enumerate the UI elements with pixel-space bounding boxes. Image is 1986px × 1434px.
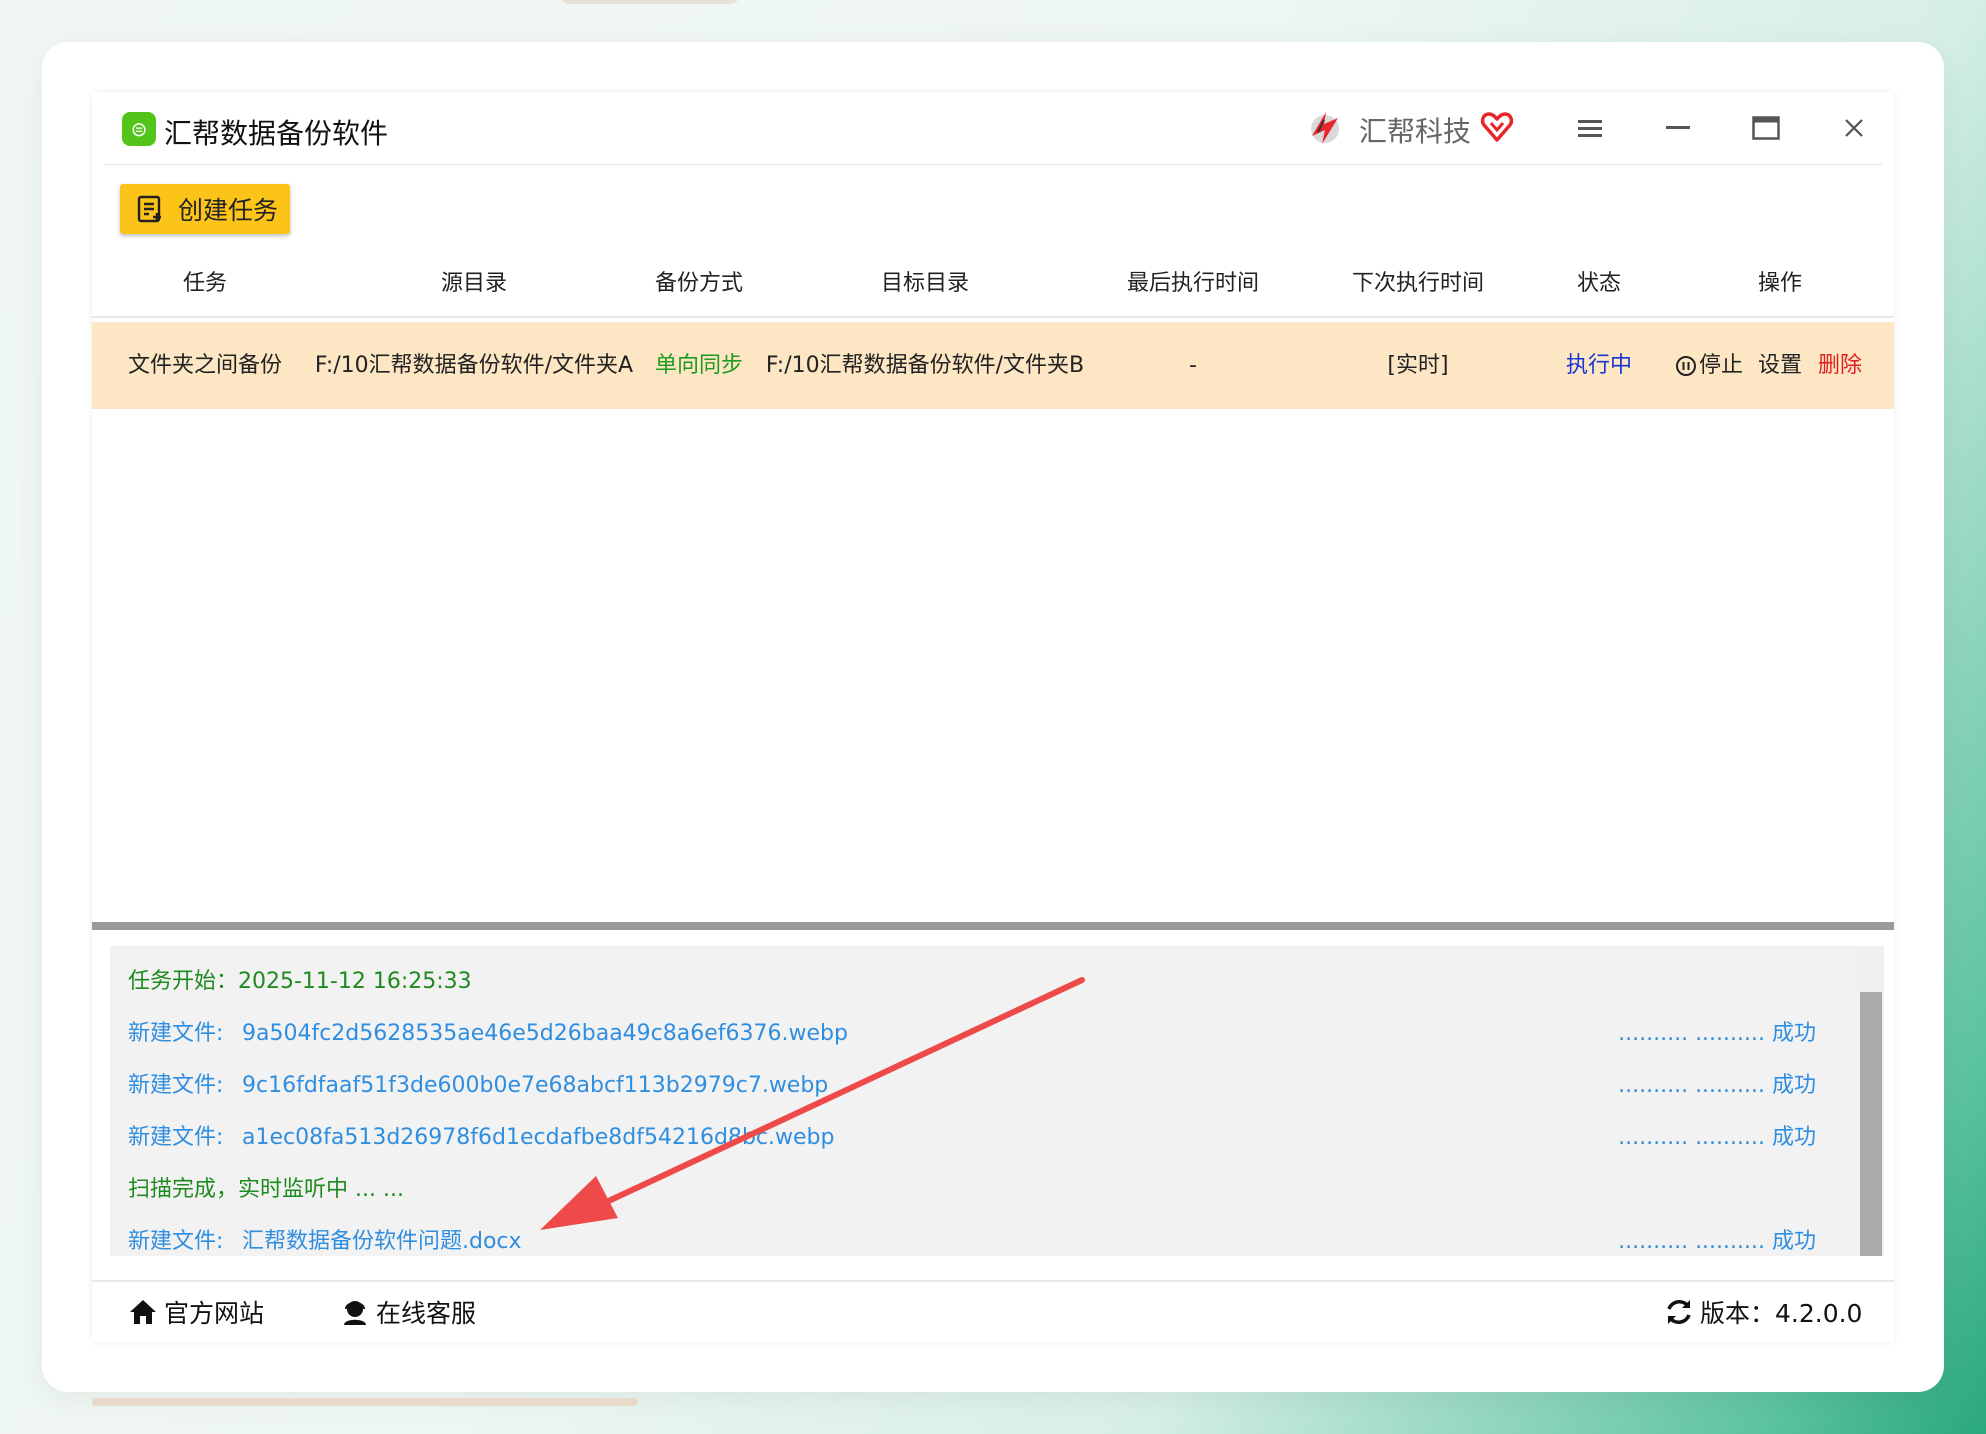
panel-splitter[interactable] <box>92 922 1894 930</box>
log-status: .......... .......... 成功 <box>1618 1125 1816 1150</box>
header-mode: 备份方式 <box>654 271 744 296</box>
delete-button[interactable]: 删除 <box>1818 322 1862 409</box>
create-task-label: 创建任务 <box>178 196 279 225</box>
maximize-icon[interactable] <box>1744 106 1788 150</box>
log-line-scan-complete: 扫描完成，实时监听中 ... ... <box>128 1177 404 1202</box>
cell-last-run: - <box>1189 353 1197 378</box>
cell-task: 文件夹之间备份 <box>127 353 283 378</box>
log-panel: 任务开始：2025-11-12 16:25:33 新建文件: 9a504fc2d… <box>110 946 1858 1256</box>
header-target: 目标目录 <box>880 271 970 296</box>
online-support-link[interactable]: 在线客服 <box>340 1294 476 1330</box>
close-icon[interactable] <box>1832 106 1876 150</box>
log-label: 新建文件: <box>128 1125 224 1150</box>
log-label: 新建文件: <box>128 1073 224 1098</box>
pause-circle-icon <box>1675 355 1696 376</box>
log-status: .......... .......... 成功 <box>1618 1021 1816 1046</box>
official-website-label: 官方网站 <box>164 1299 265 1328</box>
log-status: .......... .......... 成功 <box>1618 1229 1816 1254</box>
version-label: 版本：4.2.0.0 <box>1700 1299 1863 1328</box>
official-website-link[interactable]: 官方网站 <box>128 1294 264 1330</box>
cell-mode: 单向同步 <box>654 353 744 378</box>
log-label: 新建文件: <box>128 1021 224 1046</box>
cell-source: F:/10汇帮数据备份软件/文件夹A <box>314 353 634 378</box>
log-label: 新建文件: <box>128 1229 224 1254</box>
backdrop-bar <box>92 1398 638 1406</box>
log-file-name: 汇帮数据备份软件问题.docx <box>242 1229 522 1254</box>
stop-button[interactable]: 停止 <box>1675 322 1743 409</box>
online-support-label: 在线客服 <box>376 1299 477 1328</box>
cell-next-run: [实时] <box>1387 353 1449 378</box>
cell-status: 执行中 <box>1565 353 1633 378</box>
background-tab <box>560 0 740 4</box>
home-icon <box>130 1300 156 1324</box>
log-file-name: 9a504fc2d5628535ae46e5d26baa49c8a6ef6376… <box>242 1021 848 1046</box>
refresh-icon <box>1667 1300 1691 1324</box>
customer-service-icon <box>344 1301 366 1325</box>
task-list-icon <box>137 195 161 223</box>
cell-target: F:/10汇帮数据备份软件/文件夹B <box>765 353 1085 378</box>
header-status: 状态 <box>1576 271 1622 296</box>
settings-button[interactable]: 设置 <box>1758 322 1802 409</box>
menu-icon[interactable] <box>1568 106 1612 150</box>
minimize-icon[interactable] <box>1656 106 1700 150</box>
header-actions: 操作 <box>1757 271 1803 296</box>
log-line-start: 任务开始：2025-11-12 16:25:33 <box>128 969 472 994</box>
create-task-button[interactable]: 创建任务 <box>120 184 290 234</box>
log-status: .......... .......... 成功 <box>1618 1073 1816 1098</box>
log-file-name: 9c16fdfaaf51f3de600b0e7e68abcf113b2979c7… <box>242 1073 829 1098</box>
log-line: 新建文件: 9c16fdfaaf51f3de600b0e7e68abcf113b… <box>128 1070 828 1102</box>
stop-label: 停止 <box>1698 353 1744 378</box>
title-bar: ⊜ 汇帮数据备份软件 汇帮科技 <box>104 92 1882 165</box>
log-line: 新建文件: 9a504fc2d5628535ae46e5d26baa49c8a6… <box>128 1018 848 1050</box>
app-window: ⊜ 汇帮数据备份软件 汇帮科技 创建任务 任务 源目录 备份方式 目标目录 最后… <box>92 92 1894 1342</box>
app-title: 汇帮数据备份软件 <box>164 117 389 150</box>
log-scrollbar-thumb[interactable] <box>1860 992 1882 1256</box>
header-task: 任务 <box>182 271 228 296</box>
header-source: 源目录 <box>440 271 508 296</box>
table-header: 任务 源目录 备份方式 目标目录 最后执行时间 下次执行时间 状态 操作 <box>92 252 1894 318</box>
log-line: 新建文件: 汇帮数据备份软件问题.docx <box>128 1226 522 1258</box>
header-last-run: 最后执行时间 <box>1126 271 1260 296</box>
brand-name: 汇帮科技 <box>1359 115 1472 148</box>
table-row[interactable]: 文件夹之间备份 F:/10汇帮数据备份软件/文件夹A 单向同步 F:/10汇帮数… <box>92 322 1894 409</box>
log-line: 新建文件: a1ec08fa513d26978f6d1ecdafbe8df542… <box>128 1122 834 1154</box>
log-file-name: a1ec08fa513d26978f6d1ecdafbe8df54216d8bc… <box>242 1125 835 1150</box>
header-next-run: 下次执行时间 <box>1351 271 1485 296</box>
footer-bar: 官方网站 在线客服 版本：4.2.0.0 <box>92 1280 1894 1344</box>
version-info[interactable]: 版本：4.2.0.0 <box>1664 1294 1862 1330</box>
heart-icon[interactable] <box>1480 110 1514 144</box>
app-logo-icon: ⊜ <box>122 112 156 146</box>
brand-logo-icon <box>1311 112 1339 144</box>
